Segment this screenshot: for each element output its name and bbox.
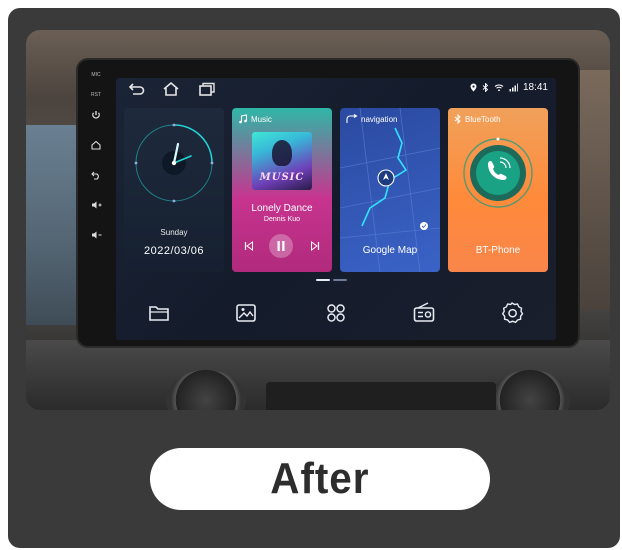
air-vent-left	[166, 370, 246, 410]
signal-icon	[509, 83, 518, 92]
clock-widget[interactable]: Sunday 2022/03/06	[124, 108, 224, 272]
pause-button[interactable]	[269, 234, 293, 258]
album-art: MUSIC	[252, 132, 312, 190]
app-dock	[116, 288, 556, 340]
status-bar: 18:41	[116, 78, 556, 100]
radio-button[interactable]	[411, 300, 437, 326]
music-widget[interactable]: Music MUSIC Lonely Dance Dennis Kuo	[232, 108, 332, 272]
home-icon	[91, 140, 101, 150]
after-label: After	[270, 454, 370, 503]
page-dot-active[interactable]	[316, 279, 330, 281]
next-track-icon[interactable]	[310, 241, 320, 251]
turn-arrow-icon	[346, 114, 358, 123]
bluetooth-widget[interactable]: BlueTooth BT-Phone	[448, 108, 548, 272]
album-art-figure	[272, 140, 292, 166]
apps-button[interactable]	[323, 300, 349, 326]
music-controls	[232, 234, 332, 258]
recent-apps-icon	[199, 82, 215, 96]
air-vent-right	[490, 370, 570, 410]
nav-home-button[interactable]	[162, 81, 180, 97]
head-unit-side-buttons: MIC RST	[82, 72, 110, 282]
mic-label: MIC	[91, 72, 101, 78]
previous-track-icon[interactable]	[244, 241, 254, 251]
nav-recents-button[interactable]	[198, 81, 216, 97]
gallery-icon	[236, 304, 256, 322]
settings-button[interactable]	[499, 300, 525, 326]
bt-phone-graphic	[463, 137, 533, 208]
image-frame: MIC RST 18:41 Sunday 2022/03/06 Music MU…	[8, 8, 620, 548]
navigation-widget[interactable]: navigation Google Map	[340, 108, 440, 272]
bluetooth-icon	[482, 83, 489, 92]
home-button[interactable]	[82, 140, 110, 152]
page-indicator	[316, 279, 347, 281]
bt-phone-label: BT-Phone	[475, 245, 521, 256]
return-icon	[128, 83, 145, 95]
album-art-text: MUSIC	[259, 172, 305, 183]
head-unit-screen: 18:41 Sunday 2022/03/06 Music MUSIC Lone…	[116, 78, 556, 340]
dashboard-lower-panel	[26, 340, 610, 410]
page-dot[interactable]	[333, 279, 347, 281]
radio-icon	[413, 302, 435, 322]
location-icon	[470, 83, 477, 92]
settings-icon	[501, 302, 524, 324]
home-icon	[163, 81, 179, 96]
volume-up-button[interactable]	[82, 200, 110, 212]
wifi-icon	[494, 84, 504, 92]
file-manager-button[interactable]	[146, 300, 172, 326]
clock-time: 18:41	[522, 82, 548, 93]
after-label-pill: After	[150, 448, 490, 510]
volume-down-button[interactable]	[82, 230, 110, 242]
google-map-label: Google Map	[362, 245, 418, 256]
clock-day: Sunday	[160, 228, 188, 237]
clock-date: 2022/03/06	[143, 245, 205, 257]
status-indicators: 18:41	[470, 82, 548, 93]
pause-icon	[277, 241, 285, 251]
power-icon	[92, 111, 100, 119]
back-icon	[91, 171, 99, 180]
back-button[interactable]	[82, 170, 110, 182]
background-left-window	[26, 125, 84, 325]
volume-down-icon	[91, 231, 101, 239]
song-artist: Dennis Kuo	[263, 216, 301, 223]
analog-clock	[134, 123, 214, 203]
volume-up-icon	[91, 201, 101, 209]
music-title: Music	[251, 114, 272, 124]
nav-back-button[interactable]	[128, 81, 146, 97]
dashboard-slot	[266, 382, 496, 410]
navigation-title: navigation	[361, 114, 398, 124]
rst-label: RST	[91, 92, 101, 98]
power-button[interactable]	[82, 110, 110, 122]
folder-icon	[149, 306, 169, 321]
song-title: Lonely Dance	[251, 203, 313, 214]
navigation-card-title: navigation	[346, 114, 397, 124]
gallery-button[interactable]	[233, 300, 259, 326]
music-card-title: Music	[238, 114, 272, 124]
music-note-icon	[239, 114, 248, 124]
apps-grid-icon	[327, 304, 345, 322]
